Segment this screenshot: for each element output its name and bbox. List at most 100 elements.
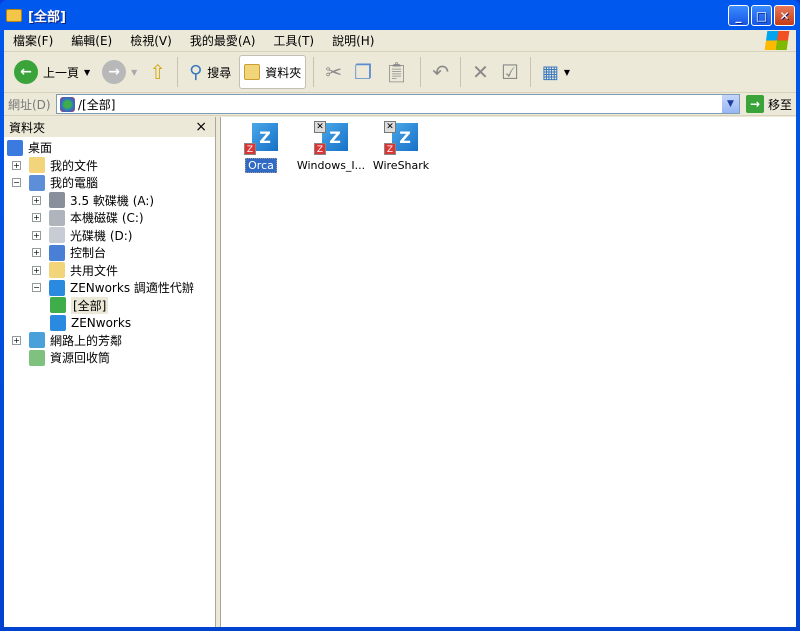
tree-node-label: 共用文件 xyxy=(70,263,119,278)
menu-edit[interactable]: 編輯(E) xyxy=(62,32,121,49)
properties-button[interactable]: ☑ xyxy=(497,55,523,89)
file-item[interactable]: Z ✕ Z WireShark xyxy=(361,121,441,172)
folders-pane: 資料夾 × 桌面 + 我的文件 − 我的電腦 +3.5 軟碟機 (A:) + 本機磁碟 (C:)… xyxy=(4,117,216,627)
paste-icon: 📋︎ xyxy=(384,60,410,84)
menu-view[interactable]: 檢視(V) xyxy=(121,32,181,49)
close-button[interactable]: ✕ xyxy=(774,5,795,26)
forward-button[interactable]: → ▼ xyxy=(98,55,141,89)
tree-node-icon xyxy=(50,297,66,314)
minimize-button[interactable]: _ xyxy=(728,5,749,26)
tree-node-label: 我的文件 xyxy=(50,158,99,173)
tree-node-label: 桌面 xyxy=(28,141,53,156)
address-value: /[全部] xyxy=(78,97,116,112)
address-input[interactable]: /[全部] ▼ xyxy=(56,94,740,114)
scissors-icon: ✂ xyxy=(325,60,343,84)
up-folder-button[interactable]: ⇧ xyxy=(145,55,170,89)
zenworks-app-icon: Z ✕ Z xyxy=(314,121,348,155)
search-icon: ⚲ xyxy=(189,61,203,83)
back-label: 上一頁 xyxy=(43,65,80,80)
folders-button[interactable]: 資料夾 xyxy=(239,55,307,89)
tree-node[interactable]: 桌面 xyxy=(4,139,215,157)
menu-help[interactable]: 說明(H) xyxy=(323,32,383,49)
tree-node[interactable]: + 光碟機 (D:) xyxy=(4,227,215,245)
undo-icon: ↶ xyxy=(432,60,450,84)
title-bar: [全部] _ □ ✕ xyxy=(0,0,800,30)
menu-favorites[interactable]: 我的最愛(A) xyxy=(181,32,265,49)
search-label: 搜尋 xyxy=(207,65,232,80)
menu-tools[interactable]: 工具(T) xyxy=(264,32,323,49)
menu-bar: 檔案(F) 編輯(E) 檢視(V) 我的最愛(A) 工具(T) 說明(H) xyxy=(4,30,796,52)
delete-button[interactable]: ✕ xyxy=(468,55,493,89)
copy-icon: ❐ xyxy=(354,60,373,84)
tree-node[interactable]: +3.5 軟碟機 (A:) xyxy=(4,192,215,210)
views-button[interactable]: ▦ ▼ xyxy=(538,55,574,89)
tree-node-label: ZENworks 調適性代辦 xyxy=(70,281,194,296)
tree-node-label: 光碟機 (D:) xyxy=(70,228,133,243)
back-button[interactable]: ← 上一頁 ▼ xyxy=(10,55,94,89)
zenworks-app-icon: Z ✕ Z xyxy=(384,121,418,155)
expander-icon[interactable]: + xyxy=(32,213,41,223)
expander-icon[interactable]: − xyxy=(32,283,41,293)
file-item[interactable]: Z ✕ Z Windows_I... xyxy=(291,121,371,172)
explorer-window: [全部] _ □ ✕ 檔案(F) 編輯(E) 檢視(V) 我的最愛(A) 工具(… xyxy=(0,0,800,631)
tree-node[interactable]: + 網路上的芳鄰 xyxy=(4,332,215,350)
maximize-button[interactable]: □ xyxy=(751,5,772,26)
expander-icon[interactable]: − xyxy=(12,178,21,188)
back-arrow-icon: ← xyxy=(14,60,38,84)
expander-icon[interactable]: + xyxy=(32,230,41,240)
tree-node-label: 我的電腦 xyxy=(50,176,99,191)
tree-node[interactable]: + 共用文件 xyxy=(4,262,215,280)
up-folder-icon: ⇧ xyxy=(149,60,167,84)
views-icon: ▦ xyxy=(541,61,559,83)
file-item-label: Orca xyxy=(245,158,277,173)
tree-node-icon xyxy=(7,139,23,156)
globe-icon xyxy=(60,96,75,112)
tree-node-icon xyxy=(29,174,45,191)
expander-icon[interactable]: + xyxy=(12,160,21,170)
undo-button[interactable]: ↶ xyxy=(428,55,453,89)
tree-node-icon xyxy=(29,157,45,174)
tree-node-icon xyxy=(49,192,65,209)
cut-button[interactable]: ✂ xyxy=(321,55,346,89)
tree-node[interactable]: − ZENworks 調適性代辦 xyxy=(4,279,215,297)
menu-file[interactable]: 檔案(F) xyxy=(4,32,62,49)
tree-node[interactable]: [全部] xyxy=(4,296,215,315)
folder-tree: 桌面 + 我的文件 − 我的電腦 +3.5 軟碟機 (A:) + 本機磁碟 (C:) + 光碟機 … xyxy=(4,137,215,367)
address-label: 網址(D) xyxy=(8,97,51,112)
tree-node[interactable]: − 我的電腦 xyxy=(4,174,215,192)
tree-node-icon xyxy=(49,227,65,244)
go-button[interactable]: → 移至 xyxy=(740,95,796,113)
tree-node[interactable]: + 本機磁碟 (C:) xyxy=(4,209,215,227)
tree-node-label: ZENworks xyxy=(71,315,132,330)
tree-node-icon xyxy=(49,262,65,279)
tree-node-icon xyxy=(49,209,65,226)
address-dropdown[interactable]: ▼ xyxy=(721,95,739,113)
tree-node-label: 網路上的芳鄰 xyxy=(50,333,123,348)
address-bar: 網址(D) /[全部] ▼ → 移至 xyxy=(4,93,796,116)
tree-node-icon xyxy=(49,279,65,296)
tree-node-label: 3.5 軟碟機 (A:) xyxy=(70,193,155,208)
tree-node[interactable]: 資源回收筒 xyxy=(4,349,215,367)
forward-arrow-icon: → xyxy=(102,60,127,84)
tree-node-icon xyxy=(29,349,45,366)
zenworks-app-icon: ZZ xyxy=(244,121,278,155)
file-list: Z Z Orca Z ✕ Z Windows_I... Z ✕ Z WireShark xyxy=(220,117,796,627)
search-button[interactable]: ⚲ 搜尋 xyxy=(185,55,235,89)
copy-button[interactable]: ❐ xyxy=(350,55,376,89)
expander-icon[interactable]: + xyxy=(32,195,41,205)
tree-node-icon xyxy=(29,332,45,349)
expander-icon[interactable]: + xyxy=(32,248,41,258)
tree-node[interactable]: ZENworks xyxy=(4,314,215,332)
file-item[interactable]: Z Z Orca xyxy=(221,121,301,173)
window-title: [全部] xyxy=(28,9,66,25)
paste-button[interactable]: 📋︎ xyxy=(380,55,413,89)
folder-icon xyxy=(244,64,261,80)
expander-icon[interactable]: + xyxy=(32,265,41,275)
tree-node[interactable]: + 控制台 xyxy=(4,244,215,262)
expander-icon[interactable]: + xyxy=(12,335,21,345)
folder-icon xyxy=(6,8,22,22)
tree-node-icon xyxy=(50,314,66,331)
folders-pane-close[interactable]: × xyxy=(195,119,207,135)
tree-node-label: 控制台 xyxy=(70,246,107,261)
tree-node[interactable]: + 我的文件 xyxy=(4,157,215,175)
